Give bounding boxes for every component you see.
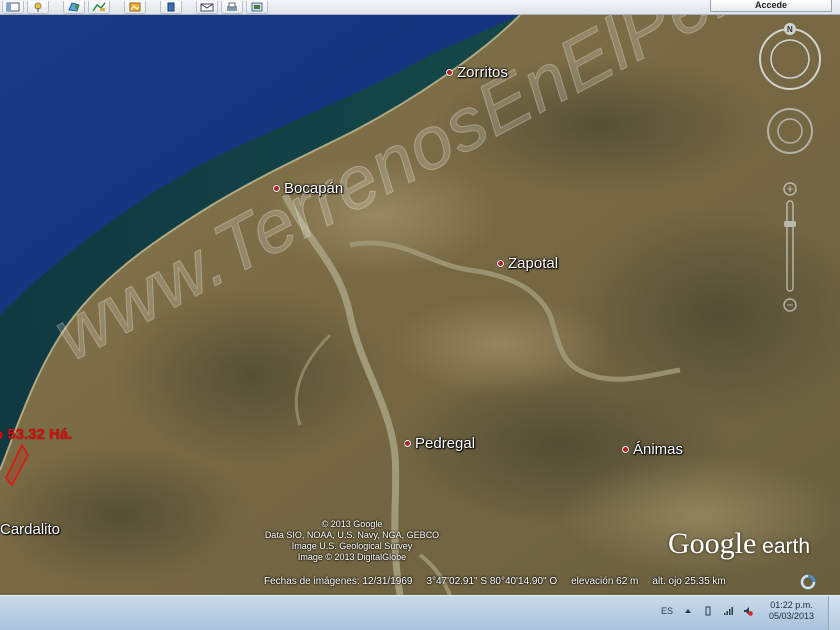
place-label: Pedregal — [415, 435, 476, 452]
credit-line: Image © 2013 DigitalGlobe — [297, 552, 407, 562]
pushpin-icon — [34, 2, 42, 12]
network-icon[interactable] — [723, 606, 733, 616]
look-compass[interactable]: N — [759, 23, 821, 90]
place-label: Bocapán — [284, 180, 344, 197]
place-dot-icon — [622, 446, 629, 453]
clock[interactable]: 01:22 p.m. 05/03/2013 — [769, 600, 814, 622]
print-button[interactable] — [221, 0, 243, 14]
place-dot-icon — [273, 185, 280, 192]
credit-line: Image U.S. Geological Survey — [291, 541, 413, 551]
system-tray: ES 01:22 p.m. 05/03/2013 — [661, 600, 814, 622]
printer-icon — [227, 2, 237, 11]
clock-date: 05/03/2013 — [768, 611, 814, 621]
google-earth-logo: Google earth — [668, 527, 811, 560]
clock-time: 01:22 p.m. — [770, 600, 813, 610]
place-dot-icon — [404, 440, 411, 447]
svg-text:N: N — [787, 25, 793, 34]
show-hidden-icons-icon[interactable] — [683, 606, 693, 616]
move-joystick[interactable] — [767, 108, 813, 154]
place-label: Cardalito — [0, 521, 61, 538]
polygon-button[interactable] — [63, 0, 85, 14]
tour-icon — [167, 2, 175, 11]
image-overlay-button[interactable] — [124, 0, 146, 14]
place-dot-icon — [497, 260, 504, 267]
email-icon — [200, 3, 214, 11]
placemark-button[interactable] — [27, 0, 49, 14]
place-label: Ánimas — [633, 441, 684, 458]
place-zorritos[interactable]: Zorritos — [446, 64, 508, 81]
taskbar: ES 01:22 p.m. 05/03/2013 — [0, 595, 840, 630]
overlay-icon — [129, 2, 141, 11]
place-cardalito[interactable]: Cardalito — [0, 521, 60, 538]
place-animas[interactable]: Ánimas — [622, 441, 683, 458]
credit-line: © 2013 Google — [321, 519, 383, 529]
streaming-icon — [800, 574, 816, 590]
toolbar: Accede — [0, 0, 840, 15]
zoom-slider[interactable] — [783, 182, 797, 312]
hide-sidebar-button[interactable] — [2, 0, 24, 14]
record-tour-button[interactable] — [160, 0, 182, 14]
place-pedregal[interactable]: Pedregal — [404, 435, 475, 452]
place-dot-icon — [446, 69, 453, 76]
imagery-date: Fechas de imágenes: 12/31/1969 — [264, 576, 413, 587]
elevation-readout: elevación 62 m — [571, 576, 639, 587]
path-button[interactable] — [88, 0, 110, 14]
parcel-label[interactable]: o 53.32 Há. — [0, 426, 72, 443]
place-label: Zorritos — [457, 64, 508, 81]
save-image-button[interactable] — [246, 0, 268, 14]
status-bar: Fechas de imágenes: 12/31/1969 3°47'02.9… — [264, 576, 726, 591]
path-icon — [92, 2, 106, 11]
imagery-credits: © 2013 Google Data SIO, NOAA, U.S. Navy,… — [232, 519, 472, 563]
eye-altitude-readout: alt. ojo 25.35 km — [652, 576, 726, 587]
navigation-controls[interactable]: N — [752, 19, 832, 319]
language-indicator[interactable]: ES — [661, 606, 673, 616]
sidebar-icon — [6, 2, 20, 11]
place-bocapan[interactable]: Bocapán — [273, 180, 343, 197]
email-button[interactable] — [196, 0, 218, 14]
polygon-icon — [68, 1, 80, 12]
place-label: Zapotal — [508, 255, 559, 272]
save-image-icon — [251, 2, 263, 11]
sign-in-button[interactable]: Accede — [710, 0, 832, 12]
device-icon[interactable] — [703, 606, 713, 616]
volume-muted-icon[interactable] — [743, 606, 753, 616]
show-desktop-button[interactable] — [828, 596, 840, 630]
credit-line: Data SIO, NOAA, U.S. Navy, NGA, GEBCO — [264, 530, 440, 540]
map-view[interactable]: www.TerrenosEnElPeru.com Zorritos Bocapá… — [0, 15, 840, 595]
place-zapotal[interactable]: Zapotal — [497, 255, 558, 272]
coordinates-readout: 3°47'02.91" S 80°40'14.90" O — [426, 576, 558, 587]
